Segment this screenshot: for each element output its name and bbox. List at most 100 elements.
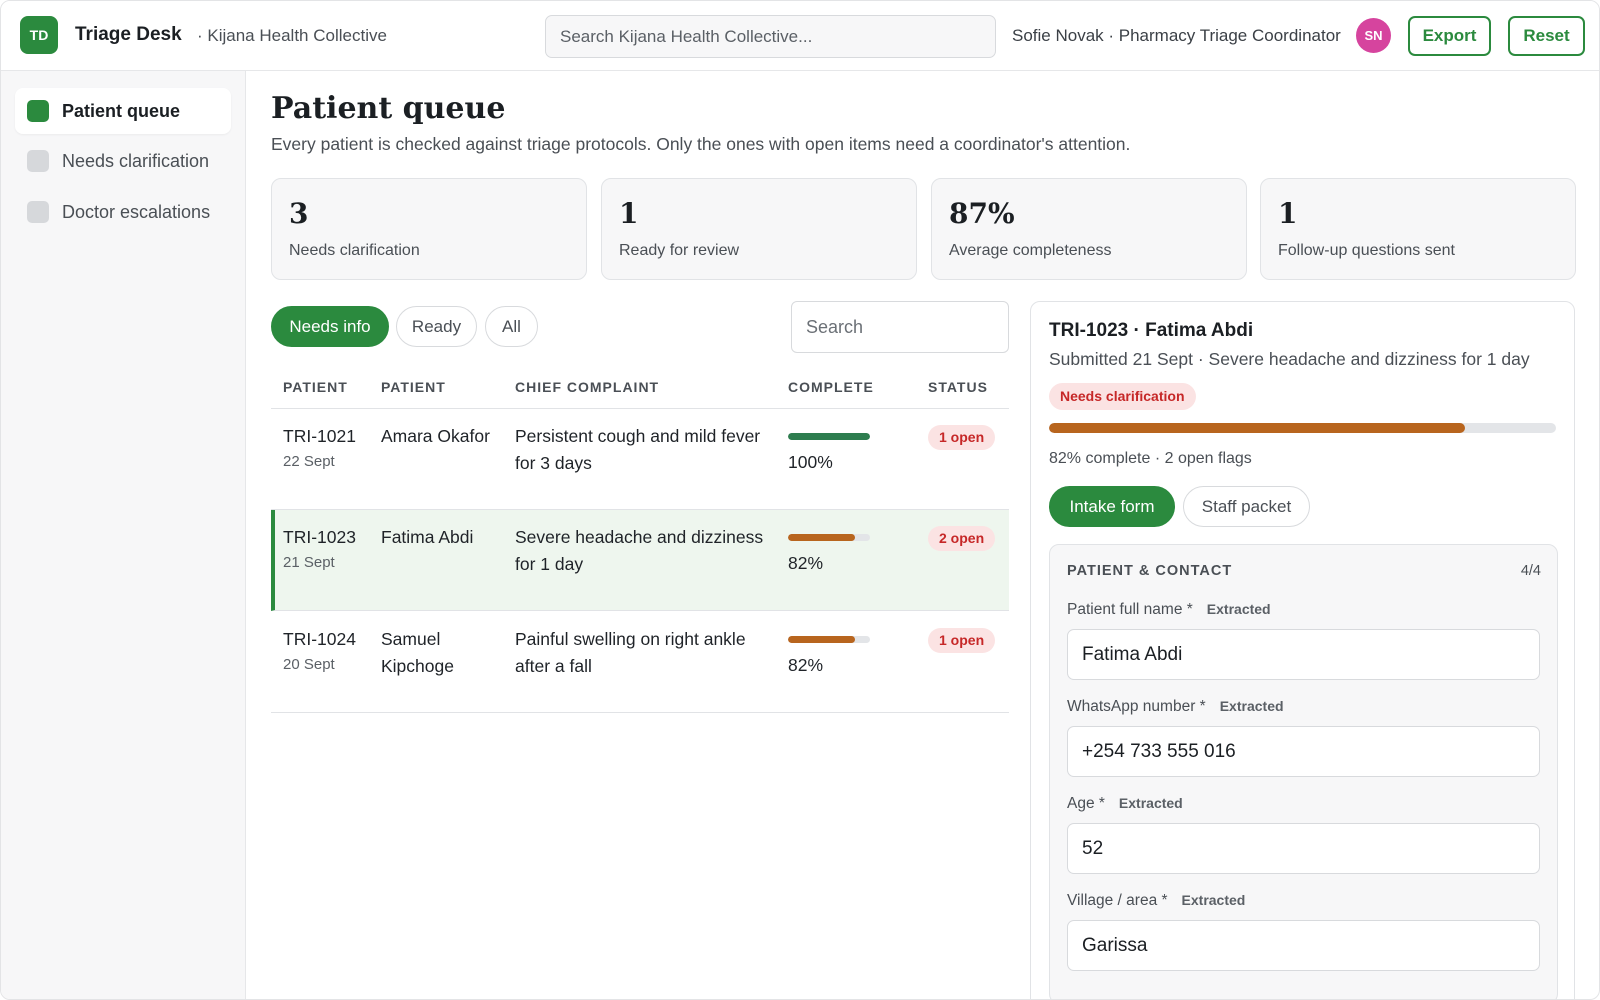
app-window: TD Triage Desk · Kijana Health Collectiv… — [0, 0, 1600, 1000]
row-id-cell: TRI-1021 22 Sept — [283, 423, 373, 474]
stat-label: Ready for review — [619, 242, 740, 259]
completeness-bar-fill — [788, 534, 856, 541]
completeness-cell: 82% — [788, 524, 898, 577]
tab-staff-packet[interactable]: Staff packet — [1183, 486, 1310, 527]
status-cell: 2 open — [928, 524, 996, 551]
whatsapp-number-field[interactable] — [1067, 726, 1540, 777]
patient-name: Samuel Kipchoge — [381, 629, 454, 676]
detail-progress-fill — [1049, 423, 1465, 433]
export-button[interactable]: Export — [1408, 16, 1491, 56]
square-icon — [27, 201, 49, 223]
status-badge: Needs clarification — [1049, 383, 1196, 410]
extracted-tag: Extracted — [1181, 892, 1246, 908]
filter-all[interactable]: All — [485, 306, 538, 347]
completeness-bar-fill — [788, 636, 856, 643]
completeness-label: 100% — [788, 452, 833, 472]
submitted-date: 21 Sept — [283, 554, 335, 571]
completeness-cell: 82% — [788, 626, 898, 679]
patient-id: TRI-1021 — [283, 426, 356, 446]
page-subtitle: Every patient is checked against triage … — [271, 134, 1131, 154]
patient-name: Fatima Abdi — [381, 527, 474, 547]
chief-complaint: Painful swelling on right ankle after a … — [515, 629, 746, 676]
age-field[interactable] — [1067, 823, 1540, 874]
detail-title: TRI-1023 · Fatima Abdi — [1049, 320, 1254, 341]
filter-needs-info[interactable]: Needs info — [271, 306, 389, 347]
sidebar: Patient queue Needs clarification Doctor… — [1, 71, 246, 999]
detail-progress-bar — [1049, 423, 1556, 433]
patient-detail-panel: TRI-1023 · Fatima Abdi Submitted 21 Sept… — [1030, 301, 1575, 999]
submitted-date: 20 Sept — [283, 656, 335, 673]
field-label-whatsapp: WhatsApp number * Extracted — [1067, 698, 1284, 716]
sidebar-item-patient-queue[interactable]: Patient queue — [15, 88, 231, 134]
row-id-cell: TRI-1024 20 Sept — [283, 626, 373, 677]
stat-label: Follow-up questions sent — [1278, 242, 1455, 259]
patient-full-name-field[interactable] — [1067, 629, 1540, 680]
table-search-input[interactable] — [791, 301, 1009, 353]
sidebar-item-doctor-escalations[interactable]: Doctor escalations — [15, 189, 231, 235]
org-name: · Kijana Health Collective — [197, 26, 387, 45]
stat-value: 3 — [289, 197, 309, 230]
sidebar-item-label: Doctor escalations — [62, 201, 211, 222]
square-icon — [27, 100, 49, 122]
section-count: 4/4 — [1520, 563, 1541, 579]
extracted-tag: Extracted — [1206, 601, 1271, 617]
filter-ready[interactable]: Ready — [396, 306, 477, 347]
table-row[interactable]: TRI-1024 20 Sept Samuel Kipchoge Painful… — [271, 612, 1009, 713]
extracted-tag: Extracted — [1118, 795, 1183, 811]
stat-value: 1 — [1278, 197, 1298, 230]
completeness-bar-fill — [788, 433, 870, 440]
completeness-bar — [788, 636, 870, 643]
chief-complaint: Persistent cough and mild fever for 3 da… — [515, 426, 761, 473]
stat-label: Average completeness — [949, 242, 1112, 259]
completeness-label: 82% — [788, 553, 824, 573]
table-row[interactable]: TRI-1021 22 Sept Amara Okafor Persistent… — [271, 409, 1009, 510]
user-label: Sofie Novak · Pharmacy Triage Coordinato… — [1012, 26, 1341, 45]
app-logo: TD — [20, 16, 58, 54]
field-label-text: Village / area * — [1067, 892, 1168, 909]
field-label-text: Patient full name * — [1067, 601, 1193, 618]
completeness-bar — [788, 534, 870, 541]
status-badge: 1 open — [928, 425, 996, 450]
app-title: Triage Desk — [75, 24, 182, 45]
completeness-label: 82% — [788, 655, 824, 675]
stat-card-follow-up-questions: 1 Follow-up questions sent — [1260, 178, 1576, 280]
detail-progress-text: 82% complete · 2 open flags — [1049, 450, 1252, 467]
top-bar: TD Triage Desk · Kijana Health Collectiv… — [1, 1, 1599, 71]
patient-contact-section: PATIENT & CONTACT 4/4 Patient full name … — [1049, 544, 1558, 999]
status-cell: 1 open — [928, 423, 996, 450]
tab-intake-form[interactable]: Intake form — [1049, 486, 1175, 527]
field-label-text: WhatsApp number * — [1067, 698, 1206, 715]
stat-value: 87% — [949, 197, 1015, 230]
section-title: PATIENT & CONTACT — [1067, 563, 1233, 579]
field-label-age: Age * Extracted — [1067, 795, 1183, 813]
column-header-chief-complaint: CHIEF COMPLAINT — [515, 379, 660, 395]
stat-card-ready-for-review: 1 Ready for review — [601, 178, 917, 280]
village-area-field[interactable] — [1067, 920, 1540, 971]
row-id-cell: TRI-1023 21 Sept — [283, 524, 373, 575]
field-label-village: Village / area * Extracted — [1067, 892, 1245, 910]
page-title: Patient queue — [271, 91, 506, 126]
completeness-cell: 100% — [788, 423, 898, 476]
chief-complaint: Severe headache and dizziness for 1 day — [515, 527, 764, 574]
patient-id: TRI-1023 — [283, 527, 356, 547]
stat-value: 1 — [619, 197, 639, 230]
column-header-patient-name: PATIENT — [381, 379, 446, 395]
reset-button[interactable]: Reset — [1508, 16, 1585, 56]
stat-card-average-completeness: 87% Average completeness — [931, 178, 1247, 280]
field-label-text: Age * — [1067, 795, 1105, 812]
extracted-tag: Extracted — [1219, 698, 1284, 714]
patient-name: Amara Okafor — [381, 426, 490, 446]
square-icon — [27, 150, 49, 172]
column-header-patient-id: PATIENT — [283, 379, 348, 395]
completeness-bar — [788, 433, 870, 440]
status-badge: 2 open — [928, 526, 996, 551]
global-search-input[interactable] — [545, 15, 996, 58]
sidebar-item-needs-clarification[interactable]: Needs clarification — [15, 138, 231, 184]
column-header-complete: COMPLETE — [788, 379, 874, 395]
table-row[interactable]: TRI-1023 21 Sept Fatima Abdi Severe head… — [271, 510, 1009, 611]
avatar[interactable]: SN — [1356, 18, 1391, 53]
stat-label: Needs clarification — [289, 242, 420, 259]
status-badge: 1 open — [928, 628, 996, 653]
sidebar-item-label: Patient queue — [62, 100, 181, 121]
sidebar-item-label: Needs clarification — [62, 150, 210, 171]
